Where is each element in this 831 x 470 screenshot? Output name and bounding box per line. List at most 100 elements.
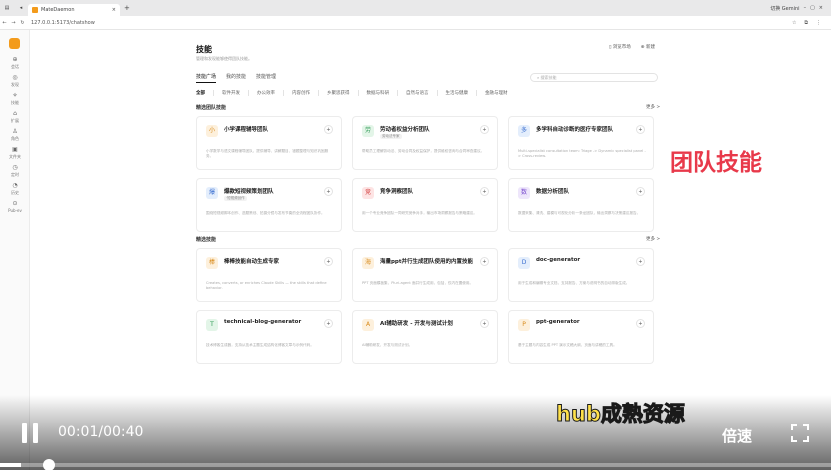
category-item[interactable]: 自然与语言 <box>406 90 438 96</box>
progress-bar[interactable] <box>0 459 831 470</box>
skill-card[interactable]: A AI辅助研发 - 开发与测试计划 + AI辅助研发，开发与测试计划。 <box>352 310 498 364</box>
card-icon: A <box>362 319 374 331</box>
rail-item[interactable]: ◎ 发现 <box>0 74 30 88</box>
category-item[interactable]: 乡聚思获得 <box>327 90 359 96</box>
forward-icon[interactable]: → <box>9 20 18 26</box>
skill-card[interactable]: 海海量ppt并行生成团队使用的内置技能 + PPT 页面模板集，Pluri-agen… <box>352 248 498 302</box>
profile-label[interactable]: 切换 Gemini <box>770 5 799 12</box>
menu-icon[interactable]: ⋮ <box>816 20 821 26</box>
rail-item[interactable]: ◷ 定时 <box>0 164 30 178</box>
card-tag: ·短视频创作 <box>224 196 247 201</box>
tab-item[interactable]: 技能广场 <box>196 73 217 83</box>
skill-card[interactable]: 竞竞争洞察团队 + 用一个专业竞争团队一同研究竞争对手，输出市场洞察报告与策略建议。 <box>352 178 498 232</box>
window-minimize-icon[interactable]: – <box>804 5 807 11</box>
skill-card[interactable]: 爆爆款短视频策划团队 ·短视频创作 + 围绕短视频脚本创作、选题策划、拍摄分镜与发布节… <box>196 178 342 232</box>
rail-item[interactable]: ▣ 文件夹 <box>0 146 30 160</box>
add-icon[interactable]: + <box>480 319 489 328</box>
rail-item[interactable]: ⊙ Pub-ev <box>0 200 30 213</box>
progress-handle[interactable] <box>42 459 55 470</box>
rail-icon: ◎ <box>12 74 18 81</box>
window-close-icon[interactable]: × <box>819 5 823 11</box>
card-description: Creates, converts, or enriches Claude Sk… <box>206 281 327 290</box>
rail-item[interactable]: ◔ 历史 <box>0 182 30 196</box>
category-item[interactable]: 金融与理财 <box>485 90 516 96</box>
caption-team-skill: 团队技能 <box>670 150 762 176</box>
skill-card[interactable]: Pppt-generator + 基于主题与内容生成 PPT 演示文稿大纲、页面与讲… <box>508 310 654 364</box>
rail-label: 会话 <box>11 64 19 69</box>
skill-card[interactable]: Ttechnical-blog-generator + 技术博客生成器，支持从技术主… <box>196 310 342 364</box>
category-item[interactable]: 软件开发 <box>222 90 249 96</box>
add-icon[interactable]: + <box>324 187 333 196</box>
speed-button[interactable]: 倍速 <box>722 425 752 446</box>
browse-market-button[interactable]: ▯ 浏览市场 <box>609 44 631 50</box>
rail-icon: ◷ <box>12 164 18 171</box>
skill-more-link[interactable]: 更多 > <box>646 236 660 242</box>
tab-item[interactable]: 我的技能 <box>226 73 246 83</box>
new-button[interactable]: ⊕ 新建 <box>641 44 655 50</box>
rail-icon: ✧ <box>12 92 18 99</box>
rail-icon: ▣ <box>12 146 18 153</box>
rail-item[interactable]: ♙ 角色 <box>0 128 30 142</box>
skill-card[interactable]: 数数据分析团队 + 数据采集、清洗、建模与可视化分析一条龙团队，输出洞察与决策建议报… <box>508 178 654 232</box>
rail-icon: ⌂ <box>13 110 17 117</box>
category-item[interactable]: 全部 <box>196 90 214 96</box>
card-description: 帮助员工理解劳动法、劳动合同及权益保护，提供维权咨询与合同审查建议。 <box>362 149 485 153</box>
address-bar: ← → ↻ 127.0.0.1:5173/chatshow ☆ ⧉ ⋮ <box>0 16 831 30</box>
category-item[interactable]: 生活与健康 <box>446 90 477 96</box>
card-icon: 棒 <box>206 257 218 269</box>
card-description: 基于主题与内容生成 PPT 演示文稿大纲、页面与讲稿的工具。 <box>518 343 617 347</box>
rail-item[interactable]: ⌂ 扩展 <box>0 110 30 124</box>
skill-card[interactable]: 棒棒棒技能自动生成专家 + Creates, converts, or enrich… <box>196 248 342 302</box>
search-input[interactable]: ⌕ 搜索技能 <box>530 73 658 82</box>
add-icon[interactable]: + <box>480 257 489 266</box>
caption-hub: hub成熟资源 <box>556 402 686 427</box>
skill-card[interactable]: 劳劳动者权益分析团队 劳动法专家 + 帮助员工理解劳动法、劳动合同及权益保护，提供维权… <box>352 116 498 170</box>
add-icon[interactable]: + <box>480 187 489 196</box>
new-tab-icon[interactable]: + <box>124 4 130 12</box>
card-tag: 劳动法专家 <box>380 134 402 139</box>
card-title: AI辅助研发 - 开发与测试计划 <box>380 321 453 327</box>
back-icon[interactable]: ← <box>0 20 9 26</box>
category-item[interactable]: 办公效率 <box>257 90 284 96</box>
rail-item[interactable]: ✧ 技能 <box>0 92 30 106</box>
category-item[interactable]: 数据与科研 <box>367 90 398 96</box>
add-icon[interactable]: + <box>324 257 333 266</box>
page-subtitle: 管理和发现能够使得团队技能。 <box>196 56 252 61</box>
add-icon[interactable]: + <box>324 125 333 134</box>
window-maximize-icon[interactable]: ▢ <box>810 5 815 11</box>
rail-icon: ♙ <box>12 128 18 135</box>
add-icon[interactable]: + <box>636 257 645 266</box>
add-icon[interactable]: + <box>480 125 489 134</box>
rail-label: 扩展 <box>11 118 19 123</box>
category-filter: 全部 软件开发 办公效率 内容创作 乡聚思获得 数据与科研 自然与语言 生活与健康 金融与理财 <box>196 90 524 96</box>
add-icon[interactable]: + <box>636 319 645 328</box>
card-icon: D <box>518 257 530 269</box>
reload-icon[interactable]: ↻ <box>18 20 27 26</box>
add-icon[interactable]: + <box>636 125 645 134</box>
add-icon[interactable]: + <box>636 187 645 196</box>
star-icon[interactable]: ☆ <box>792 20 796 26</box>
category-item[interactable]: 内容创作 <box>292 90 319 96</box>
tab-back-icon[interactable]: ◂ <box>14 5 28 11</box>
pause-icon[interactable] <box>20 423 40 443</box>
fullscreen-icon[interactable] <box>790 423 810 443</box>
skill-card[interactable]: 多多学科自动诊断的医疗专家团队 + Multi-specialist consult… <box>508 116 654 170</box>
rail-label: Pub-ev <box>8 208 22 213</box>
rail-label: 角色 <box>11 136 19 141</box>
add-icon[interactable]: + <box>324 319 333 328</box>
card-title: 小学课程辅导团队 <box>224 127 269 133</box>
tab-favicon-icon <box>32 6 38 13</box>
browser-tab[interactable]: MateDaemon × <box>28 3 120 16</box>
tab-menu-icon[interactable]: ▤ <box>0 5 14 11</box>
team-more-link[interactable]: 更多 > <box>646 104 660 110</box>
card-title: 棒棒技能自动生成专家 <box>224 259 280 265</box>
skill-card[interactable]: 小小学课程辅导团队 + 小学数学与语文课程辅导团队，提供辅导、讲解题目、错题整理与知… <box>196 116 342 170</box>
url-field[interactable]: 127.0.0.1:5173/chatshow <box>31 20 95 26</box>
tab-item[interactable]: 技能管理 <box>256 73 276 83</box>
tab-close-icon[interactable]: × <box>112 7 116 13</box>
card-icon: 爆 <box>206 187 218 199</box>
card-description: AI辅助研发，开发与测试计划。 <box>362 343 413 347</box>
extensions-icon[interactable]: ⧉ <box>804 20 808 26</box>
skill-card[interactable]: Ddoc-generator + 用于生成和编辑专业文档，支持报告、方案与说明书的自… <box>508 248 654 302</box>
rail-item[interactable]: ⊕ 会话 <box>0 56 30 70</box>
